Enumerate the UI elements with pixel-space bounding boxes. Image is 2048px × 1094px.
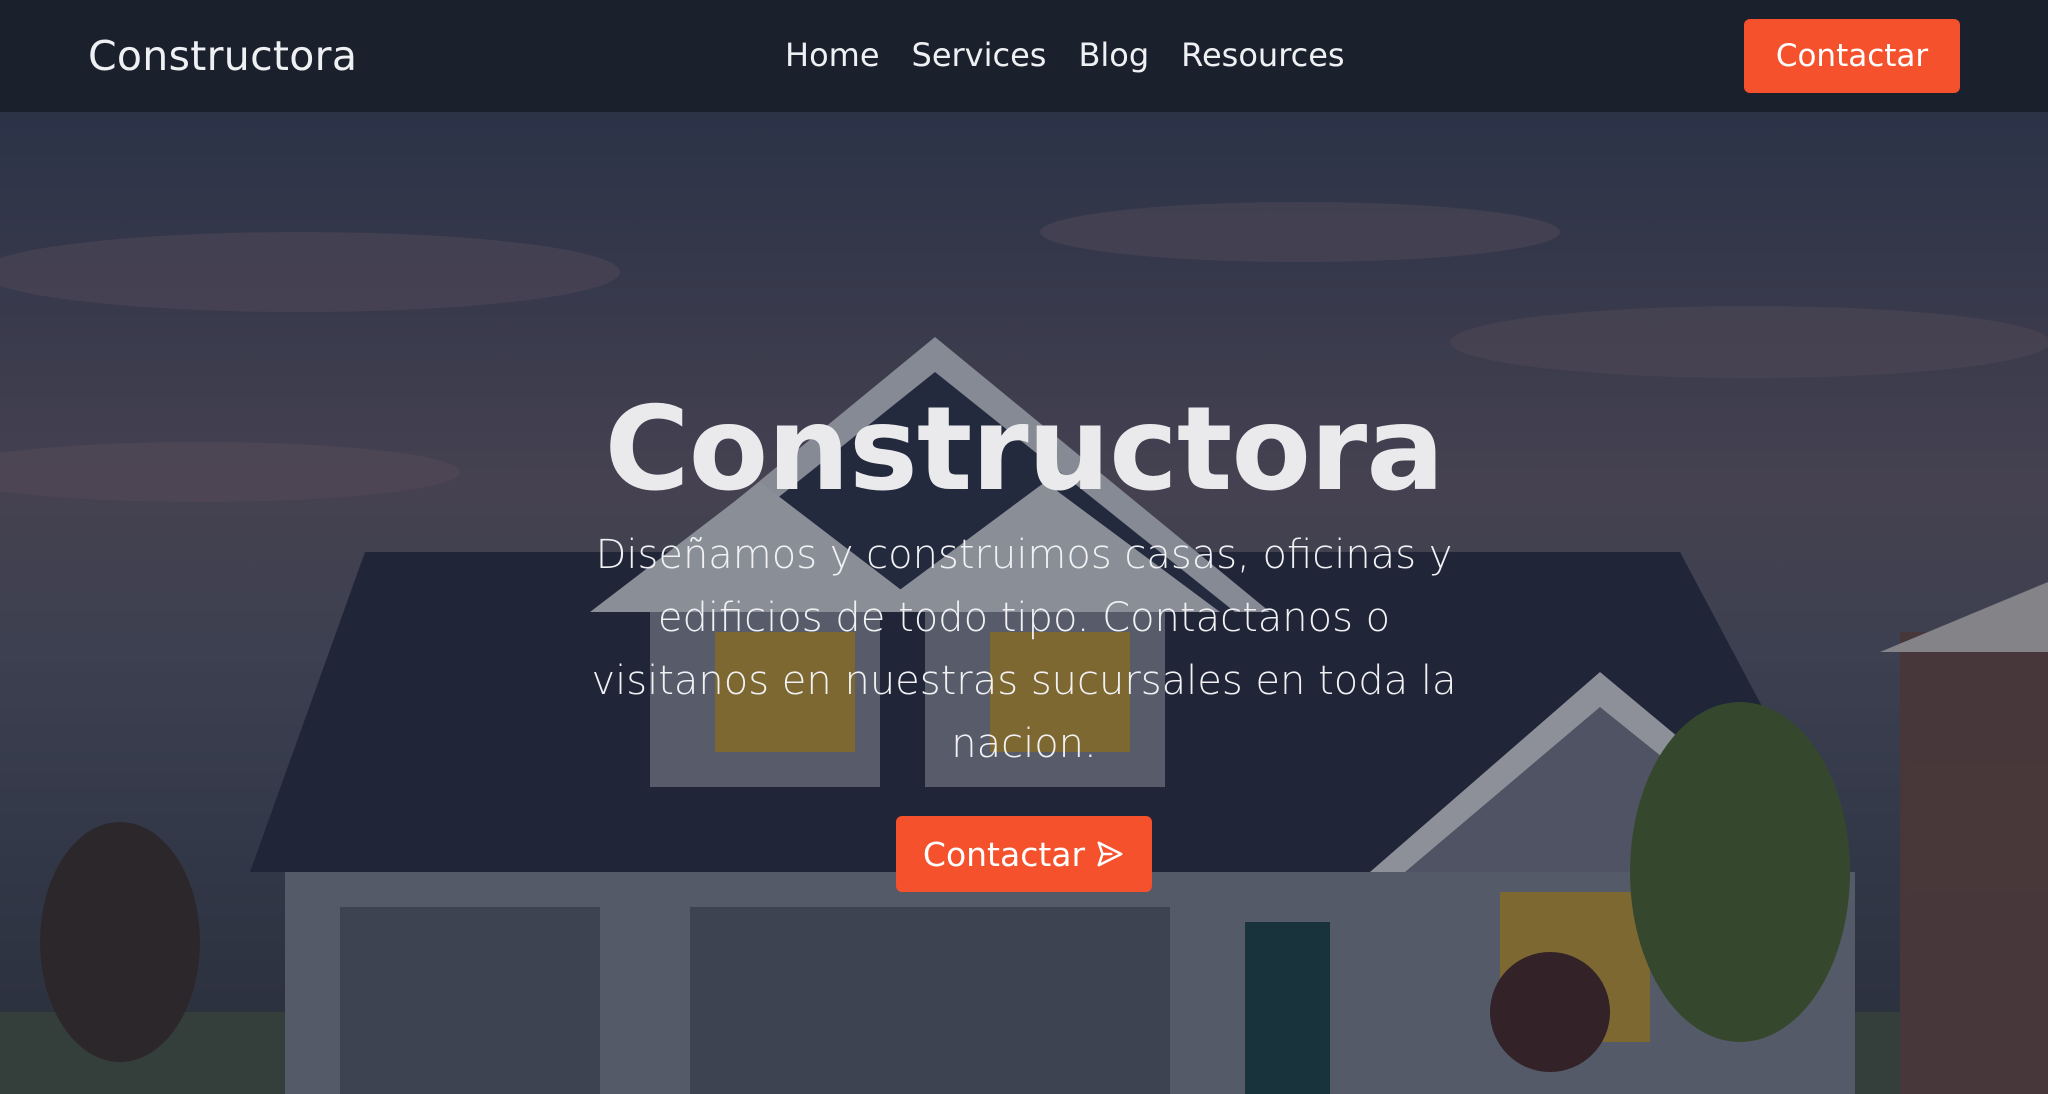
nav-link-services[interactable]: Services <box>912 36 1047 74</box>
nav-item-services: Services <box>912 34 1047 76</box>
nav-item-resources: Resources <box>1181 34 1344 76</box>
hero-contact-button[interactable]: Contactar <box>896 816 1152 892</box>
nav-links: Home Services Blog Resources <box>785 34 1345 76</box>
nav-item-blog: Blog <box>1078 34 1149 76</box>
hero-content: Constructora Diseñamos y construimos cas… <box>524 380 1524 892</box>
nav-link-home[interactable]: Home <box>785 36 880 74</box>
hero-title: Constructora <box>604 382 1444 517</box>
nav-link-resources[interactable]: Resources <box>1181 36 1344 74</box>
nav-link-blog[interactable]: Blog <box>1078 36 1149 74</box>
navbar: Constructora Home Services Blog Resource… <box>0 0 2048 112</box>
hero-description: Diseñamos y construimos casas, oficinas … <box>591 532 1457 767</box>
nav-contact-button[interactable]: Contactar <box>1744 19 1960 93</box>
hero-contact-label: Contactar <box>922 834 1086 874</box>
hero-section: Constructora Diseñamos y construimos cas… <box>0 112 2048 1094</box>
send-icon <box>1097 841 1123 867</box>
brand-logo[interactable]: Constructora <box>88 30 357 82</box>
nav-item-home: Home <box>785 34 880 76</box>
